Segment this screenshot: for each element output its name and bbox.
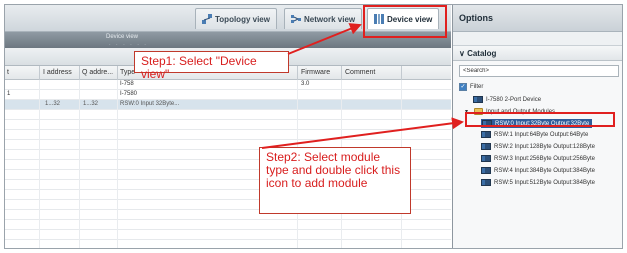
col-header-firmware[interactable]: Firmware (301, 69, 330, 76)
col-header-iaddress[interactable]: I address (43, 69, 72, 76)
tree-item-label: RSW:2 Input:128Byte Output:128Byte (494, 143, 595, 150)
module-icon[interactable] (481, 143, 491, 150)
cell-type: I-7580 (120, 91, 138, 97)
table-row-selected[interactable]: 1...32 1...32 RSW:0 Input 32Byte... (5, 100, 451, 110)
step2-callout: Step2: Select module type and double cli… (259, 147, 411, 214)
col-header-comment[interactable]: Comment (345, 69, 375, 76)
tab-network-label: Network view (304, 14, 356, 24)
col-separator (401, 66, 402, 80)
cell-type: I-758 (120, 81, 134, 87)
tree-item-module[interactable]: RSW:4 Input:384Byte Output:384Byte (481, 167, 595, 174)
filter-checkbox-row[interactable]: ✓ Filter (459, 83, 483, 91)
col-separator (79, 66, 80, 80)
column-gridline (39, 80, 40, 248)
module-icon[interactable] (481, 179, 491, 186)
filter-label: Filter (470, 84, 484, 90)
device-module-icon (473, 96, 483, 103)
column-gridline (117, 80, 118, 248)
tree-item-label: I-7580 2-Port Device (486, 96, 542, 103)
cell-qaddress: 1...32 (83, 101, 99, 107)
options-spacer (453, 32, 622, 46)
tree-item-label: RSW:3 Input:256Byte Output:256Byte (494, 155, 595, 162)
tree-item-module[interactable]: RSW:2 Input:128Byte Output:128Byte (481, 143, 595, 150)
table-row[interactable] (5, 230, 451, 240)
module-highlight-box (465, 112, 615, 127)
col-separator (39, 66, 40, 80)
col-separator (117, 66, 118, 80)
filter-checkbox[interactable]: ✓ (459, 83, 467, 91)
cell-col0: 1 (7, 91, 11, 97)
tab-topology-view[interactable]: Topology view (195, 8, 277, 29)
tree-item-module[interactable]: RSW:1 Input:64Byte Output:64Byte (481, 131, 588, 138)
tree-item-module[interactable]: RSW:5 Input:512Byte Output:384Byte (481, 179, 595, 186)
table-row[interactable] (5, 130, 451, 140)
table-row[interactable] (5, 110, 451, 120)
tab-topology-label: Topology view (215, 14, 270, 24)
table-row[interactable] (5, 120, 451, 130)
options-title: Options (459, 13, 493, 23)
device-view-highlight-box (363, 5, 447, 38)
network-icon (291, 14, 301, 24)
tree-item-module[interactable]: RSW:3 Input:256Byte Output:256Byte (481, 155, 595, 162)
col-separator (341, 66, 342, 80)
cell-iaddress: 1...32 (45, 101, 61, 107)
step1-callout: Step1: Select "Device view" (134, 51, 289, 81)
column-gridline (79, 80, 80, 248)
catalog-search-input[interactable] (459, 65, 619, 77)
module-icon[interactable] (481, 155, 491, 162)
cell-firmware: 3.0 (301, 81, 310, 87)
tab-network-view[interactable]: Network view (284, 8, 363, 29)
cell-type: RSW:0 Input 32Byte... (120, 101, 180, 107)
tree-item-label: RSW:5 Input:512Byte Output:384Byte (494, 179, 595, 186)
table-row[interactable]: I-758 3.0 (5, 80, 451, 90)
tree-item-label: RSW:1 Input:64Byte Output:64Byte (494, 131, 589, 138)
table-row[interactable] (5, 220, 451, 230)
tree-item-label: RSW:4 Input:384Byte Output:384Byte (494, 167, 595, 174)
catalog-title-text: Catalog (467, 49, 497, 58)
module-icon[interactable] (481, 131, 491, 138)
col-separator (297, 66, 298, 80)
catalog-header[interactable]: ∨ Catalog (453, 46, 622, 61)
col-header-0[interactable]: t (7, 69, 9, 76)
catalog-title: ∨ Catalog (459, 49, 496, 58)
tree-item-device[interactable]: I-7580 2-Port Device (473, 96, 541, 103)
col-header-qaddress[interactable]: Q addre... (82, 69, 113, 76)
collapse-icon: ∨ (459, 49, 468, 58)
table-row[interactable]: 1 I-7580 (5, 90, 451, 100)
subview-title: Device view (105, 34, 138, 40)
table-row[interactable] (5, 240, 451, 248)
options-header: Options (453, 5, 622, 32)
module-icon[interactable] (481, 167, 491, 174)
col-header-type[interactable]: Type (120, 69, 135, 76)
topology-icon (202, 14, 212, 24)
